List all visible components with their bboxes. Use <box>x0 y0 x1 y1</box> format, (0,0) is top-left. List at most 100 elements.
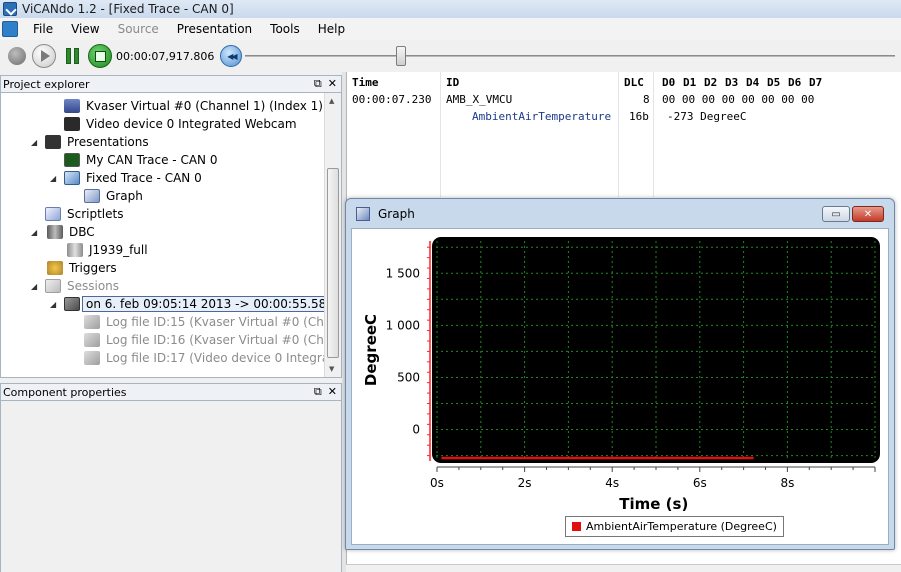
tree-item-presentations[interactable]: ◢ Presentations <box>31 133 149 151</box>
tree-item-dbc[interactable]: ◢ DBC <box>31 223 95 241</box>
menu-source[interactable]: Source <box>109 22 168 36</box>
sessions-icon <box>45 279 61 293</box>
timecode-display: 00:00:07,917.806 <box>116 49 215 63</box>
column-header-d5[interactable]: D5 <box>767 76 780 89</box>
column-header-d1[interactable]: D1 <box>683 76 696 89</box>
menu-bar: File View Source Presentation Tools Help <box>0 18 901 40</box>
rewind-icon[interactable] <box>220 45 243 67</box>
graph-client-area: 0 500 1 000 1 500 0s 2s 4s 6s 8s Time (s) DegreeC … <box>351 228 889 545</box>
tree-item-triggers[interactable]: Triggers <box>47 259 117 277</box>
explorer-scrollbar-thumb[interactable] <box>327 168 339 358</box>
collapse-icon[interactable]: ◢ <box>50 300 60 309</box>
menu-file[interactable]: File <box>24 22 62 36</box>
graph-window-titlebar[interactable]: Graph <box>356 207 415 221</box>
pause-icon[interactable] <box>62 44 82 68</box>
component-properties-panel <box>0 401 342 572</box>
playback-slider-thumb[interactable] <box>396 46 406 66</box>
tree-item-j1939[interactable]: J1939_full <box>67 241 148 259</box>
column-header-dlc[interactable]: DLC <box>624 76 644 89</box>
trace-icon <box>64 153 80 167</box>
trace-row-data[interactable]: 00 00 00 00 00 00 00 00 <box>662 93 814 106</box>
tree-item-log-file-16[interactable]: Log file ID:16 (Kvaser Virtual #0 (Chann… <box>84 331 341 349</box>
menu-presentation[interactable]: Presentation <box>168 22 261 36</box>
column-header-id[interactable]: ID <box>446 76 459 89</box>
project-explorer-title: Project explorer <box>3 77 90 91</box>
kvaser-device-icon <box>64 99 80 113</box>
tree-item-session[interactable]: ◢ on 6. feb 09:05:14 2013 -> 00:00:55.58… <box>50 295 341 313</box>
database-icon <box>67 243 83 257</box>
presentations-icon <box>45 135 61 149</box>
tree-item-sessions[interactable]: ◢ Sessions <box>31 277 119 295</box>
tree-item-kvaser[interactable]: Kvaser Virtual #0 (Channel 1) (Index 1) <box>64 97 323 115</box>
tree-item-graph[interactable]: Graph <box>84 187 143 205</box>
menu-help[interactable]: Help <box>309 22 354 36</box>
graph-chart[interactable]: 0 500 1 000 1 500 0s 2s 4s 6s 8s Time (s) DegreeC <box>352 229 890 546</box>
restore-icon[interactable]: ▭ <box>822 206 850 222</box>
collapse-icon[interactable]: ◢ <box>50 174 60 183</box>
collapse-icon[interactable]: ◢ <box>31 228 41 237</box>
stop-icon[interactable] <box>88 44 112 68</box>
close-icon[interactable]: ✕ <box>328 385 337 399</box>
explorer-scrollbar[interactable]: ▲ ▼ <box>324 93 341 377</box>
scroll-up-icon[interactable]: ▲ <box>329 97 334 105</box>
column-header-d7[interactable]: D7 <box>809 76 822 89</box>
session-icon <box>64 297 80 311</box>
tree-item-my-can-trace[interactable]: My CAN Trace - CAN 0 <box>64 151 217 169</box>
tree-item-video-device[interactable]: Video device 0 Integrated Webcam <box>64 115 297 133</box>
play-icon[interactable] <box>32 44 56 68</box>
triggers-icon <box>47 261 63 275</box>
tree-item-fixed-trace[interactable]: ◢ Fixed Trace - CAN 0 <box>50 169 202 187</box>
x-tick-label: 2s <box>518 476 532 490</box>
column-header-d3[interactable]: D3 <box>725 76 738 89</box>
component-properties-header: Component properties ⧉ ✕ <box>0 383 342 401</box>
y-tick-label: 500 <box>397 370 420 384</box>
project-explorer-header: Project explorer ⧉ ✕ <box>0 75 342 93</box>
chart-legend[interactable]: AmbientAirTemperature (DegreeC) <box>565 516 784 537</box>
app-menu-icon[interactable] <box>2 21 18 37</box>
trace-row-id[interactable]: AMB_X_VMCU <box>446 93 512 106</box>
scroll-down-icon[interactable]: ▼ <box>329 365 334 373</box>
signal-length[interactable]: 16b <box>629 110 649 123</box>
signal-value[interactable]: -273 DegreeC <box>667 110 746 123</box>
column-header-d6[interactable]: D6 <box>788 76 801 89</box>
window-title: ViCANdo 1.2 - [Fixed Trace - CAN 0] <box>22 2 234 16</box>
collapse-icon[interactable]: ◢ <box>31 138 41 147</box>
project-explorer-tree: Kvaser Virtual #0 (Channel 1) (Index 1) … <box>0 93 342 378</box>
x-tick-label: 0s <box>430 476 444 490</box>
trace-row-dlc[interactable]: 8 <box>643 93 650 106</box>
vicando-icon <box>3 2 17 16</box>
x-tick-label: 6s <box>693 476 707 490</box>
close-icon[interactable]: ✕ <box>328 77 337 91</box>
tree-item-log-file-17[interactable]: Log file ID:17 (Video device 0 Integrate… <box>84 349 341 367</box>
undock-icon[interactable]: ⧉ <box>314 77 322 91</box>
playback-slider-track[interactable] <box>245 55 895 57</box>
undock-icon[interactable]: ⧉ <box>314 385 322 399</box>
column-header-d4[interactable]: D4 <box>746 76 759 89</box>
column-header-d2[interactable]: D2 <box>704 76 717 89</box>
log-file-icon <box>84 315 100 329</box>
y-axis-label: DegreeC <box>362 314 380 386</box>
graph-window[interactable]: Graph ▭ ✕ 0 500 1 000 1 500 0s 2s 4s 6s 8s Time (… <box>345 198 895 550</box>
y-tick-label: 0 <box>412 423 420 437</box>
signal-name[interactable]: AmbientAirTemperature <box>472 110 611 123</box>
tree-item-scriptlets[interactable]: Scriptlets <box>45 205 123 223</box>
legend-entry: AmbientAirTemperature (DegreeC) <box>586 520 777 533</box>
menu-view[interactable]: View <box>62 22 108 36</box>
collapse-icon[interactable]: ◢ <box>31 282 41 291</box>
x-axis-label: Time (s) <box>619 495 688 513</box>
tree-item-log-file-15[interactable]: Log file ID:15 (Kvaser Virtual #0 (Chann… <box>84 313 341 331</box>
x-tick-label: 4s <box>605 476 619 490</box>
trace-row-time[interactable]: 00:00:07.230 <box>352 93 431 106</box>
column-header-d0[interactable]: D0 <box>662 76 675 89</box>
column-header-time[interactable]: Time <box>352 76 379 89</box>
graph-icon <box>84 189 100 203</box>
close-icon[interactable]: ✕ <box>852 206 884 222</box>
graph-window-title: Graph <box>378 207 415 221</box>
dbc-icon <box>47 225 63 239</box>
video-camera-icon <box>64 117 80 131</box>
scriptlets-icon <box>45 207 61 221</box>
menu-tools[interactable]: Tools <box>261 22 309 36</box>
log-file-icon <box>84 351 100 365</box>
record-icon[interactable] <box>8 47 26 65</box>
y-tick-label: 1 000 <box>386 318 420 332</box>
